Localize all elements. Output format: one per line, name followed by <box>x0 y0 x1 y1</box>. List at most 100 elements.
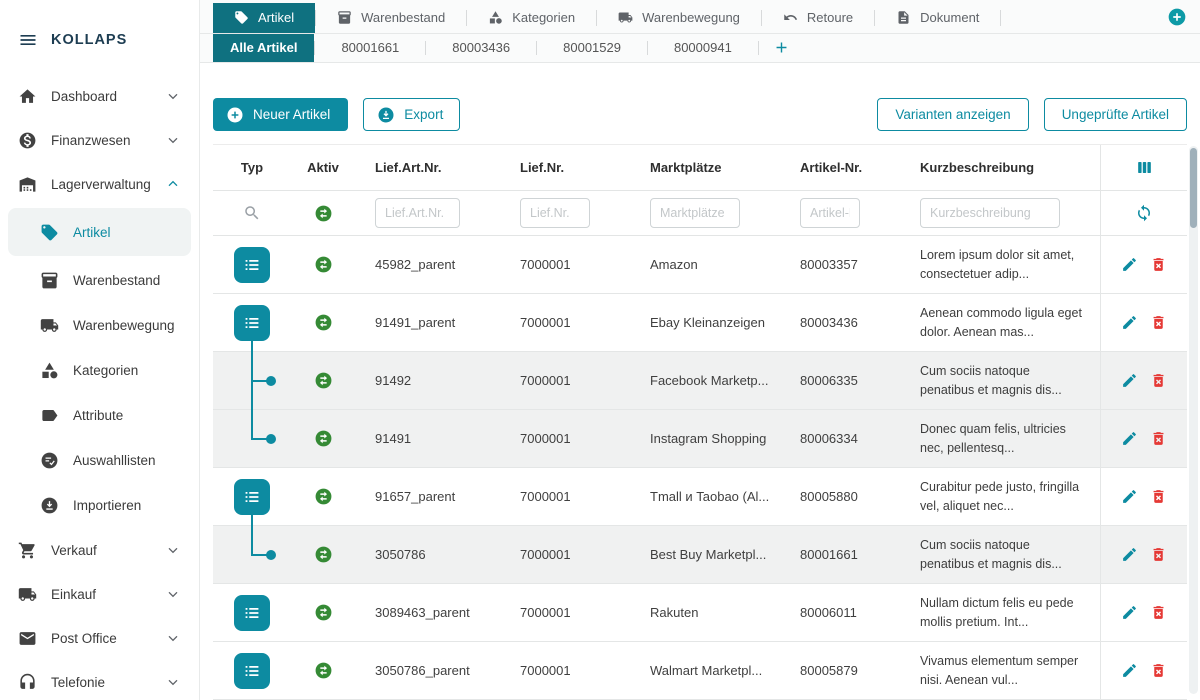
edit-icon[interactable] <box>1121 314 1138 331</box>
new-article-button[interactable]: Neuer Artikel <box>213 98 348 131</box>
add-article-tab-button[interactable] <box>773 34 790 62</box>
main-area: ArtikelWarenbestandKategorienWarenbewegu… <box>200 0 1200 700</box>
tab-dokument[interactable]: Dokument <box>875 3 1000 33</box>
edit-icon[interactable] <box>1121 488 1138 505</box>
sidebar: KOLLAPS DashboardFinanzwesenLagerverwalt… <box>0 0 200 700</box>
tab-warenbewegung[interactable]: Warenbewegung <box>597 3 761 33</box>
show-variants-button[interactable]: Varianten anzeigen <box>877 98 1028 131</box>
active-status-icon[interactable] <box>314 429 333 448</box>
add-workspace-tab-button[interactable] <box>1167 7 1187 27</box>
delete-icon[interactable] <box>1150 256 1167 273</box>
edit-icon[interactable] <box>1121 546 1138 563</box>
sidebar-item-warenbestand[interactable]: Warenbestand <box>0 258 199 303</box>
table-row[interactable]: 3050786_parent7000001Walmart Marketpl...… <box>213 642 1187 700</box>
sidebar-item-post-office[interactable]: Post Office <box>0 616 199 660</box>
edit-icon[interactable] <box>1121 372 1138 389</box>
table-row[interactable]: 91491_parent7000001Ebay Kleinanzeigen800… <box>213 294 1187 352</box>
edit-icon[interactable] <box>1121 430 1138 447</box>
hamburger-menu-icon[interactable] <box>18 30 38 50</box>
refresh-icon[interactable] <box>1100 191 1187 235</box>
table-row[interactable]: 3089463_parent7000001Rakuten80006011Null… <box>213 584 1187 642</box>
delete-icon[interactable] <box>1150 372 1167 389</box>
lief-nr-filter-input[interactable] <box>520 198 590 228</box>
column-header-typ[interactable]: Typ <box>213 160 291 175</box>
vertical-scrollbar[interactable] <box>1189 146 1198 694</box>
delete-icon[interactable] <box>1150 604 1167 621</box>
tab-kategorien[interactable]: Kategorien <box>467 3 596 33</box>
delete-icon[interactable] <box>1150 662 1167 679</box>
delete-icon[interactable] <box>1150 430 1167 447</box>
scrollbar-thumb[interactable] <box>1190 148 1197 228</box>
type-cell <box>213 236 291 293</box>
sidebar-item-finanzwesen[interactable]: Finanzwesen <box>0 118 199 162</box>
delete-icon[interactable] <box>1150 488 1167 505</box>
tab-retoure[interactable]: Retoure <box>762 3 874 33</box>
tab-artikel[interactable]: Artikel <box>213 3 315 33</box>
sidebar-item-auswahllisten[interactable]: Auswahllisten <box>0 438 199 483</box>
active-status-icon[interactable] <box>314 545 333 564</box>
column-header-aktiv[interactable]: Aktiv <box>291 160 355 175</box>
edit-icon[interactable] <box>1121 662 1138 679</box>
table-row[interactable]: 914927000001Facebook Marketp...80006335C… <box>213 352 1187 410</box>
expand-variants-button[interactable] <box>234 479 270 515</box>
marktplaetze-filter-input[interactable] <box>650 198 740 228</box>
sidebar-item-telefonie[interactable]: Telefonie <box>0 660 199 700</box>
edit-icon[interactable] <box>1121 256 1138 273</box>
active-status-icon[interactable] <box>314 313 333 332</box>
marktplaetze-cell: Ebay Kleinanzeigen <box>630 315 780 330</box>
active-status-icon[interactable] <box>314 661 333 680</box>
active-status-icon[interactable] <box>314 603 333 622</box>
sidebar-item-lagerverwaltung[interactable]: Lagerverwaltung <box>0 162 199 206</box>
artikel-nr-filter-input[interactable] <box>800 198 860 228</box>
column-header-kurzbeschreibung[interactable]: Kurzbeschreibung <box>900 160 1100 175</box>
article-tab-80001529[interactable]: 80001529 <box>537 34 647 62</box>
table-row[interactable]: 914917000001Instagram Shopping80006334Do… <box>213 410 1187 468</box>
column-header-lief-nr[interactable]: Lief.Nr. <box>500 160 630 175</box>
active-status-icon[interactable] <box>314 487 333 506</box>
table-row[interactable]: 45982_parent7000001Amazon80003357Lorem i… <box>213 236 1187 294</box>
sidebar-item-kategorien[interactable]: Kategorien <box>0 348 199 393</box>
sidebar-item-attribute[interactable]: Attribute <box>0 393 199 438</box>
column-header-artikel-nr[interactable]: Artikel-Nr. <box>780 160 900 175</box>
show-variants-label: Varianten anzeigen <box>895 107 1010 122</box>
table-row[interactable]: 30507867000001Best Buy Marketpl...800016… <box>213 526 1187 584</box>
expand-variants-button[interactable] <box>234 653 270 689</box>
column-header-marktplaetze[interactable]: Marktplätze <box>630 160 780 175</box>
column-header-lief-art-nr[interactable]: Lief.Art.Nr. <box>355 160 500 175</box>
expand-variants-button[interactable] <box>234 305 270 341</box>
sidebar-item-importieren[interactable]: Importieren <box>0 483 199 528</box>
sidebar-item-warenbewegung[interactable]: Warenbewegung <box>0 303 199 348</box>
article-tab-80000941[interactable]: 80000941 <box>648 34 758 62</box>
article-tab-label: Alle Artikel <box>230 40 297 55</box>
active-status-icon[interactable] <box>314 371 333 390</box>
table-row[interactable]: 91657_parent7000001Tmall и Taobao (Al...… <box>213 468 1187 526</box>
active-status-icon[interactable] <box>314 255 333 274</box>
delete-icon[interactable] <box>1150 314 1167 331</box>
tab-warenbestand[interactable]: Warenbestand <box>316 3 466 33</box>
tree-connector-line <box>251 525 253 555</box>
unchecked-articles-button[interactable]: Ungeprüfte Artikel <box>1044 98 1187 131</box>
tab-label: Retoure <box>807 10 853 25</box>
column-settings-icon[interactable] <box>1100 145 1187 190</box>
lief-art-nr-cell: 3050786_parent <box>355 663 500 678</box>
export-button[interactable]: Export <box>363 98 460 131</box>
expand-variants-button[interactable] <box>234 595 270 631</box>
download-circle-icon <box>40 496 59 515</box>
lief-art-nr-filter-input[interactable] <box>375 198 460 228</box>
search-icon[interactable] <box>243 204 261 222</box>
document-icon <box>896 10 911 25</box>
sidebar-item-artikel[interactable]: Artikel <box>8 208 191 256</box>
article-tab-alle-artikel[interactable]: Alle Artikel <box>213 34 314 62</box>
sidebar-item-verkauf[interactable]: Verkauf <box>0 528 199 572</box>
actions-cell <box>1100 410 1187 467</box>
delete-icon[interactable] <box>1150 546 1167 563</box>
kurzbeschreibung-filter-input[interactable] <box>920 198 1060 228</box>
active-toggle-icon[interactable] <box>314 204 333 223</box>
article-tab-80003436[interactable]: 80003436 <box>426 34 536 62</box>
expand-variants-button[interactable] <box>234 247 270 283</box>
sidebar-item-dashboard[interactable]: Dashboard <box>0 74 199 118</box>
dollar-icon <box>18 131 37 150</box>
edit-icon[interactable] <box>1121 604 1138 621</box>
article-tab-80001661[interactable]: 80001661 <box>315 34 425 62</box>
sidebar-item-einkauf[interactable]: Einkauf <box>0 572 199 616</box>
